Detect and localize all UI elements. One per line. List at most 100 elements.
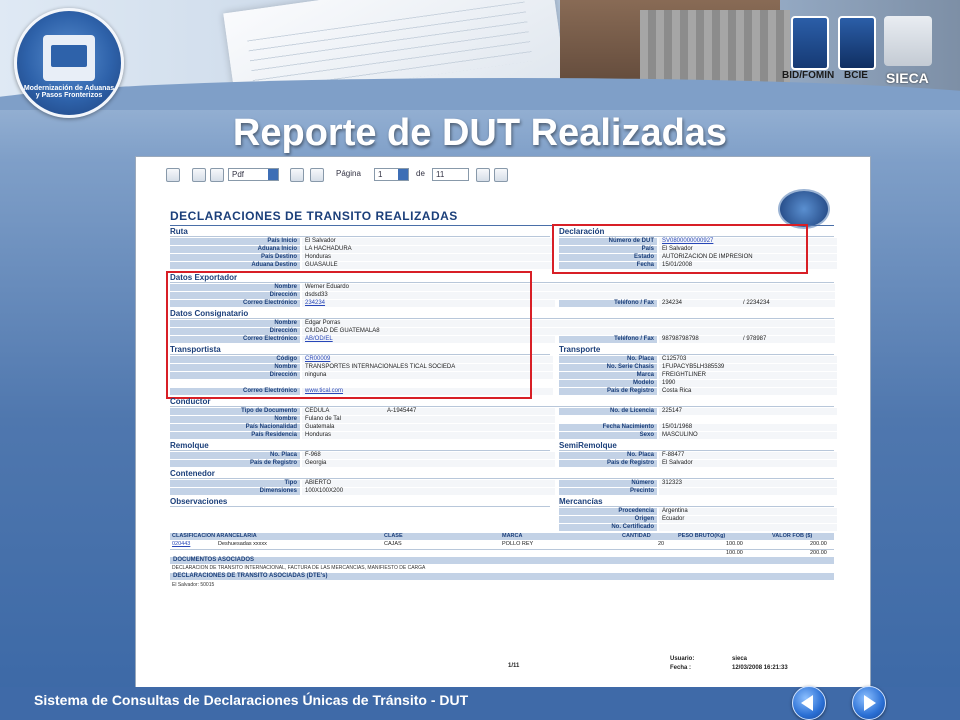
page-select[interactable]: 1 (374, 168, 409, 181)
banner-wave (0, 78, 960, 110)
section-remolque-line (170, 450, 550, 451)
total-pages-value: 11 (436, 170, 445, 179)
last-page-icon[interactable] (494, 168, 508, 182)
transporte-row: País de Registro Costa Rica (559, 388, 837, 395)
asociadas-text: El Salvador: 50015 (172, 582, 215, 588)
field-label: No. Placa (170, 452, 300, 459)
table-totals-row: 100.00 200.00 (170, 549, 834, 557)
field-value: CEDULA (302, 408, 385, 415)
total-value: 200.00 (810, 550, 827, 556)
section-transporte-line (559, 354, 834, 355)
refresh-icon[interactable] (166, 168, 180, 182)
field-label: No. Placa (559, 356, 657, 363)
field-value: 100X100X200 (302, 488, 555, 495)
column-header: MARCA (502, 533, 523, 539)
prev-page-icon[interactable] (310, 168, 324, 182)
section-documentos: DOCUMENTOS ASOCIADOS (170, 557, 834, 564)
field-value: / 978987 (740, 336, 835, 343)
sponsor-label-sieca: SIECA (886, 70, 929, 86)
field-value: LA HACHADURA (302, 246, 553, 253)
field-value: Ecuador (659, 516, 837, 523)
tariff-code-link[interactable]: 020443 (172, 541, 190, 548)
field-label: No. de Licencia (559, 408, 657, 415)
previous-slide-button[interactable] (792, 686, 826, 720)
field-value: 1FUPACYB5LH385539 (659, 364, 837, 371)
field-value: GUASAULE (302, 262, 553, 269)
contenedor-row: Tipo ABIERTO Número 312323 (170, 480, 837, 487)
truck-icon (43, 35, 95, 81)
field-label: Teléfono / Fax (559, 336, 657, 343)
field-value: Guatemala (302, 424, 555, 431)
field-value: Honduras (302, 432, 555, 439)
contenedor-row: Dimensiones 100X100X200 Precinto (170, 488, 837, 495)
field-value: Argentina (659, 508, 837, 515)
project-logo: Modernización de Aduanas y Pasos Fronter… (14, 8, 124, 118)
field-label: País de Registro (559, 460, 657, 467)
field-value: El Salvador (659, 460, 837, 467)
remolque-row: País de Registro Georgia País de Registr… (170, 460, 837, 467)
conductor-row: País Nacionalidad Guatemala Fecha Nacimi… (170, 424, 837, 431)
report-page: Pdf Página 1 de 11 DECLARACIONES DE TRAN… (164, 163, 844, 681)
table-cell: Deshuesadas xxxxx (218, 541, 267, 547)
column-header: CLASE (384, 533, 403, 539)
field-value: 15/01/1968 (659, 424, 837, 431)
print-icon[interactable] (192, 168, 206, 182)
section-remolque: Remolque (170, 441, 209, 450)
field-label: País Residencia (170, 432, 300, 439)
usuario-label: Usuario: (670, 656, 695, 662)
field-value: F-88477 (659, 452, 837, 459)
sponsor-label-bid: BID/FOMIN (782, 70, 835, 81)
conductor-row: Tipo de Documento CEDULA A-1945447 No. d… (170, 408, 837, 415)
field-label: Tipo de Documento (170, 408, 300, 415)
page-label: Página (336, 169, 361, 178)
field-value: Costa Rica (659, 388, 837, 395)
export-icon[interactable] (210, 168, 224, 182)
field-label: Fecha Nacimiento (559, 424, 657, 431)
format-select[interactable]: Pdf (228, 168, 279, 181)
section-mercancias: Mercancías (559, 497, 603, 506)
project-logo-text: Modernización de Aduanas y Pasos Fronter… (23, 85, 115, 99)
arrow-left-icon (801, 695, 813, 711)
next-slide-button[interactable] (852, 686, 886, 720)
first-page-icon[interactable] (290, 168, 304, 182)
column-header: PESO BRUTO(Kg) (678, 533, 726, 539)
section-observaciones: Observaciones (170, 497, 228, 506)
field-value: FREIGHTLINER (659, 372, 837, 379)
total-weight: 100.00 (726, 550, 743, 556)
of-label: de (416, 169, 425, 178)
field-value: Fulano de Tal (302, 416, 555, 423)
transporte-row: No. Serie Chasis 1FUPACYB5LH385539 (559, 364, 837, 371)
field-value: 98798798798 (659, 336, 742, 343)
field-label: País Nacionalidad (170, 424, 300, 431)
field-label: País Destino (170, 254, 300, 261)
field-label: Procedencia (559, 508, 657, 515)
section-ruta-line (170, 236, 550, 237)
highlight-parties (166, 271, 532, 399)
field-value: El Salvador (302, 238, 553, 245)
mercancias-row: Procedencia Argentina (559, 508, 837, 515)
field-value (659, 524, 837, 531)
remolque-row: No. Placa F-968 No. Placa F-88477 (170, 452, 837, 459)
section-mercancias-line (559, 506, 834, 507)
section-asociadas: DECLARACIONES DE TRANSITO ASOCIADAS (DTE… (170, 573, 834, 580)
field-value: 1990 (659, 380, 837, 387)
table-cell: 100.00 (726, 541, 743, 547)
next-page-icon[interactable] (476, 168, 490, 182)
total-pages-field: 11 (432, 168, 469, 181)
field-label: Aduana Inicio (170, 246, 300, 253)
field-value: A-1945447 (384, 408, 555, 415)
field-label: Marca (559, 372, 657, 379)
field-label: Número (559, 480, 657, 487)
field-label: Modelo (559, 380, 657, 387)
bid-fomin-logo (791, 16, 829, 70)
table-cell: 200.00 (810, 541, 827, 547)
field-label: No. Certificado (559, 524, 657, 531)
field-value: / 2234234 (740, 300, 835, 307)
ruta-row: Aduana Inicio LA HACHADURA (170, 246, 553, 253)
field-label: Tipo (170, 480, 300, 487)
section-semiremolque-line (559, 450, 834, 451)
conductor-row: País Residencia Honduras Sexo MASCULINO (170, 432, 837, 439)
table-cell: POLLO REY (502, 541, 534, 547)
table-cell: 20 (658, 541, 665, 547)
page-select-value: 1 (378, 170, 383, 179)
